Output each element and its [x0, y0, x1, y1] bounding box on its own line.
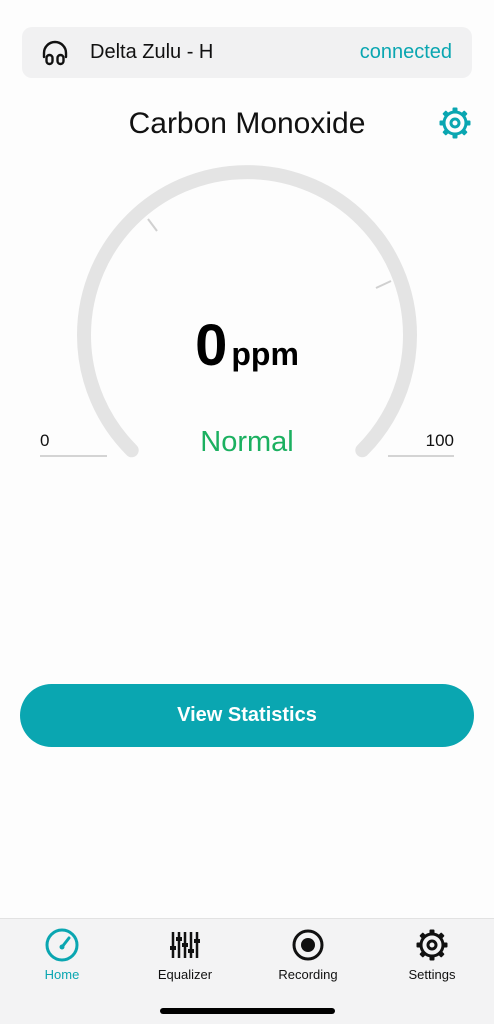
- view-statistics-button[interactable]: View Statistics: [20, 684, 474, 747]
- sensor-title: Carbon Monoxide: [128, 107, 366, 140]
- equalizer-icon: [167, 927, 203, 963]
- tab-recording[interactable]: Recording: [253, 927, 363, 987]
- gauge-max-underline: [388, 455, 454, 457]
- gear-tooth: [465, 120, 471, 126]
- gear-icon: [439, 107, 471, 139]
- gear-tooth: [429, 955, 435, 961]
- speedometer-icon: [44, 927, 80, 963]
- home-indicator: [160, 1008, 335, 1014]
- tab-recording-label: Recording: [278, 967, 338, 982]
- gear-tooth: [416, 942, 422, 948]
- device-name: Delta Zulu - H: [90, 41, 214, 63]
- gauge-max-label: 100: [425, 431, 454, 450]
- tab-equalizer-label: Equalizer: [157, 967, 213, 982]
- tab-settings[interactable]: Settings: [377, 927, 487, 987]
- gauge-reading: 0 ppm: [0, 312, 494, 382]
- gauge-tick-right: [375, 280, 392, 289]
- gauge-min-underline: [40, 455, 107, 457]
- gear-tooth: [442, 942, 448, 948]
- gear-tooth: [452, 133, 458, 139]
- sensor-settings-button[interactable]: [436, 104, 474, 142]
- gauge-tick-left: [147, 218, 158, 232]
- tab-home[interactable]: Home: [7, 927, 117, 987]
- gear-tooth: [439, 120, 445, 126]
- tab-equalizer[interactable]: Equalizer: [130, 927, 240, 987]
- gauge-value: 0: [195, 313, 228, 378]
- app-screen: Delta Zulu - H connected Carbon Monoxide…: [0, 0, 494, 1024]
- tab-home-label: Home: [44, 967, 80, 982]
- device-connection-bar[interactable]: Delta Zulu - H connected: [22, 27, 472, 78]
- tab-settings-label: Settings: [408, 967, 456, 982]
- gear-icon: [414, 927, 450, 963]
- gauge-min-label: 0: [40, 431, 50, 450]
- gauge-unit: ppm: [231, 336, 299, 372]
- headphones-icon: [40, 38, 70, 68]
- connection-status: connected: [359, 41, 452, 63]
- gear-tooth: [452, 107, 458, 113]
- gear-tooth: [429, 929, 435, 935]
- record-icon: [290, 927, 326, 963]
